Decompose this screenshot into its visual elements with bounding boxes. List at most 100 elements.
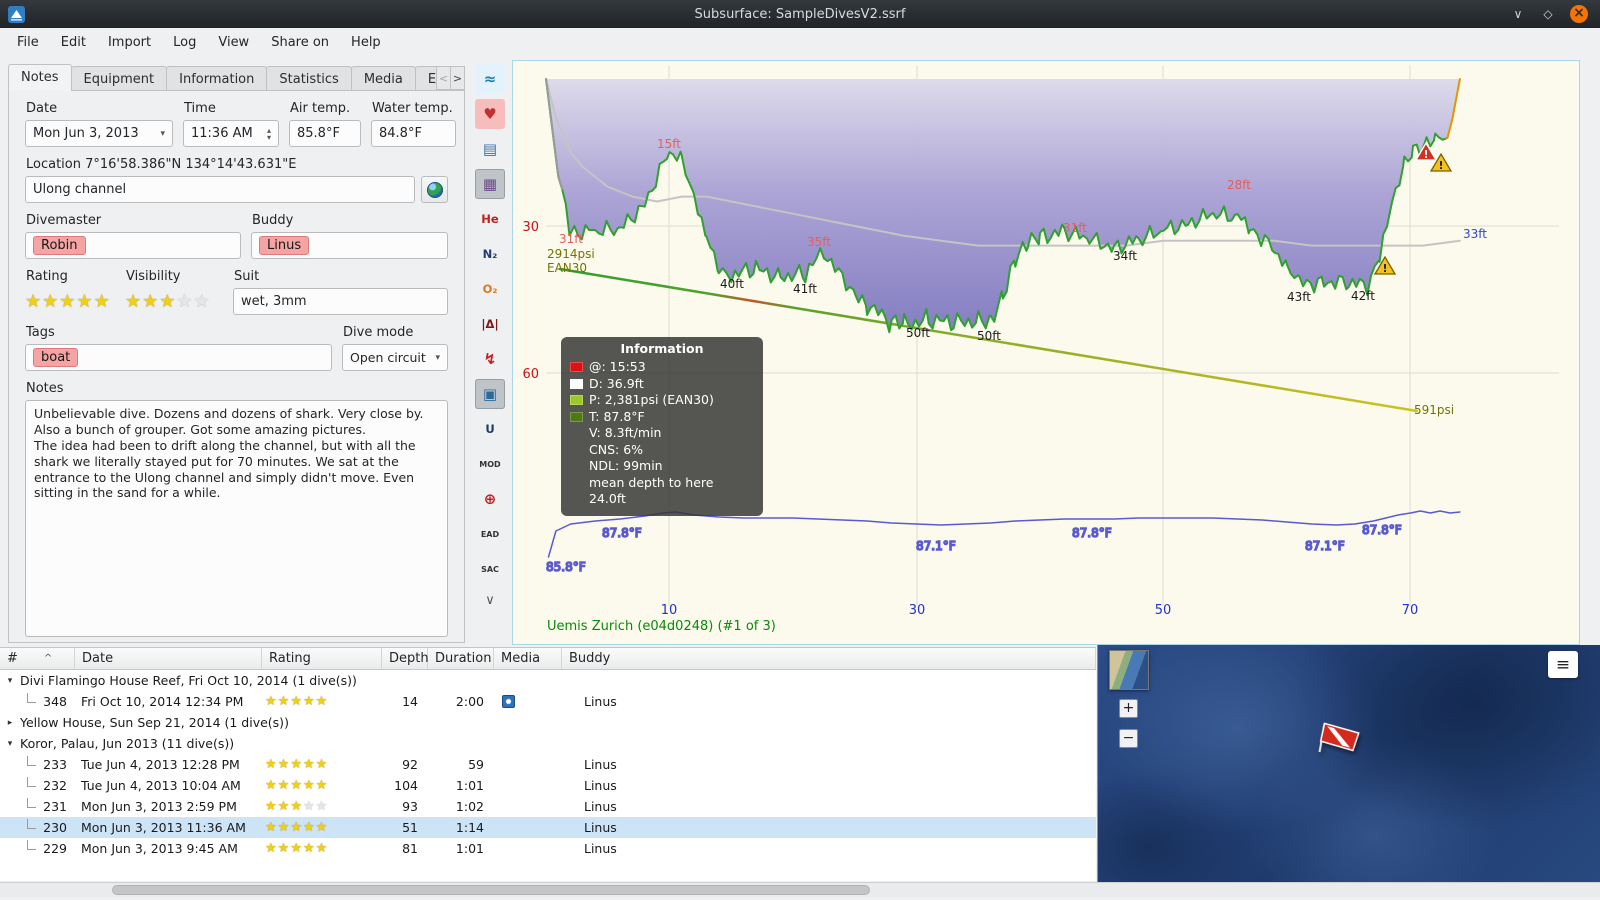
rating-stars[interactable]: ★ ★ ★ ★ ★ <box>25 288 117 315</box>
dive-row[interactable]: 230 Mon Jun 3, 2013 11:36 AM ★ ★ ★ ★ ★ 51 1:14 Li… <box>0 817 1096 838</box>
location-input[interactable]: Ulong channel <box>25 176 415 203</box>
column-header-rating[interactable]: Rating <box>262 648 382 669</box>
menu-item-edit[interactable]: Edit <box>50 31 97 54</box>
column-label: Media <box>501 651 541 666</box>
heart-rate-graph-icon[interactable]: ↯ <box>475 344 505 374</box>
dive-number-cell: 233 <box>0 754 75 775</box>
heart-icon[interactable]: ♥ <box>475 99 505 129</box>
deco-clock-icon[interactable]: ⊕ <box>475 484 505 514</box>
trip-label: Koror, Palau, Jun 2013 (11 dive(s)) <box>20 736 235 751</box>
minimize-button[interactable]: ∨ <box>1510 7 1526 21</box>
time-spinbox[interactable]: 11:36 AM ▴ ▾ <box>183 120 279 147</box>
notes-textarea[interactable]: Unbelievable dive. Dozens and dozens of … <box>25 400 448 637</box>
profile-settings-icon[interactable]: ▤ <box>475 134 505 164</box>
map-menu-button[interactable]: ≡ <box>1548 651 1578 678</box>
date-select[interactable]: Mon Jun 3, 2013 ▾ <box>25 120 173 147</box>
visibility-stars[interactable]: ★ ★ ★ ★ ★ <box>125 288 225 315</box>
menu-item-help[interactable]: Help <box>340 31 392 54</box>
dive-list: # ^ Date Rating Depth Duration Media Buddy ▾ Div… <box>0 647 1096 881</box>
tab-scroll-left-button[interactable]: < <box>436 66 451 90</box>
star-filled-icon: ★ <box>59 290 77 312</box>
menu-item-file[interactable]: File <box>6 31 50 54</box>
tab-equipment[interactable]: Equipment <box>70 66 168 91</box>
column-header-duration[interactable]: Duration <box>428 648 494 669</box>
dive-number: 233 <box>43 757 67 772</box>
dive-row[interactable]: 348 Fri Oct 10, 2014 12:34 PM ★ ★ ★ ★ ★ 14 2:00 L… <box>0 691 1096 712</box>
divemaster-tag[interactable]: Robin <box>33 236 86 255</box>
dive-row[interactable]: 229 Mon Jun 3, 2013 9:45 AM ★ ★ ★ ★ ★ 81 1:01 Lin… <box>0 838 1096 859</box>
tree-branch <box>27 798 36 808</box>
svg-text:87.8°F: 87.8°F <box>602 526 642 540</box>
svg-text:50: 50 <box>1155 603 1172 618</box>
trip-row[interactable]: ▾ Koror, Palau, Jun 2013 (11 dive(s)) <box>0 733 1096 754</box>
menu-item-view[interactable]: View <box>207 31 260 54</box>
zoom-in-button[interactable]: + <box>1119 699 1138 718</box>
chevron-down-icon[interactable]: ▾ <box>3 739 17 749</box>
profile-toolbar: ≈ ♥ ▤ ▦ He N₂ O₂ |Δ| ↯ ▣ U MOD ⊕ EAD SAC ∨ <box>469 64 511 608</box>
ead-icon[interactable]: EAD <box>475 519 505 549</box>
zoom-out-button[interactable]: − <box>1119 729 1138 748</box>
star-filled-icon: ★ <box>265 757 278 772</box>
dive-buddy: Linus <box>584 757 617 772</box>
star-filled-icon: ★ <box>315 820 329 835</box>
menu-item-log[interactable]: Log <box>162 31 207 54</box>
column-header-depth[interactable]: Depth <box>382 648 429 669</box>
tags-input[interactable]: boat <box>25 344 332 371</box>
photos-icon[interactable]: ▣ <box>475 379 505 409</box>
spin-down-icon[interactable]: ▾ <box>267 133 271 141</box>
maximize-button[interactable]: ◇ <box>1540 7 1556 21</box>
column-header-num[interactable]: # ^ <box>0 648 75 669</box>
ceiling-icon[interactable]: |Δ| <box>475 309 505 339</box>
trip-label: Yellow House, Sun Sep 21, 2014 (1 dive(s… <box>20 715 289 730</box>
tab-scroll-right-button[interactable]: > <box>450 66 465 90</box>
n2-graph-icon[interactable]: N₂ <box>475 239 505 269</box>
map-widget[interactable]: + − ≡ <box>1097 645 1600 882</box>
chevron-down-icon[interactable]: ▾ <box>3 676 17 686</box>
picture-profile-icon[interactable]: ▦ <box>475 169 505 199</box>
o2-graph-icon[interactable]: O₂ <box>475 274 505 304</box>
menu-item-share-on[interactable]: Share on <box>260 31 340 54</box>
tab-information[interactable]: Information <box>166 66 268 91</box>
tree-branch <box>27 819 36 829</box>
divemaster-input[interactable]: Robin <box>25 232 241 259</box>
dive-row[interactable]: 233 Tue Jun 4, 2013 12:28 PM ★ ★ ★ ★ ★ 92 59 Linu… <box>0 754 1096 775</box>
he-graph-icon[interactable]: He <box>475 204 505 234</box>
trip-row[interactable]: ▸ Yellow House, Sun Sep 21, 2014 (1 dive(… <box>0 712 1096 733</box>
column-header-media[interactable]: Media <box>494 648 562 669</box>
dive-row[interactable]: 232 Tue Jun 4, 2013 10:04 AM ★ ★ ★ ★ ★ 104 1:01 L… <box>0 775 1096 796</box>
date-label: Date <box>26 101 58 116</box>
tag-chip[interactable]: boat <box>33 348 79 367</box>
chevron-right-icon[interactable]: ▸ <box>3 718 17 728</box>
column-header-date[interactable]: Date <box>75 648 262 669</box>
column-header-buddy[interactable]: Buddy <box>562 648 1096 669</box>
rating-label: Rating <box>26 269 68 284</box>
dive-depth: 51 <box>402 820 418 835</box>
star-filled-icon: ★ <box>42 290 60 312</box>
horizontal-scrollbar[interactable] <box>0 882 1600 897</box>
dive-mode-select[interactable]: Open circuit ▾ <box>342 344 448 371</box>
scrollbar-handle[interactable] <box>112 885 870 895</box>
dive-row[interactable]: 231 Mon Jun 3, 2013 2:59 PM ★ ★ ★ ★ ★ 93 1:02 Lin… <box>0 796 1096 817</box>
mod-icon[interactable]: MOD <box>475 449 505 479</box>
toolbar-more-icon[interactable]: ∨ <box>485 593 495 608</box>
suit-input[interactable]: wet, 3mm <box>233 288 448 315</box>
menu-item-import[interactable]: Import <box>97 31 162 54</box>
close-button[interactable]: × <box>1570 5 1588 23</box>
water-temp-input[interactable]: 84.8°F <box>371 120 456 147</box>
buddy-input[interactable]: Linus <box>251 232 448 259</box>
trip-row[interactable]: ▾ Divi Flamingo House Reef, Fri Oct 10, 2… <box>0 670 1096 691</box>
globe-button[interactable] <box>421 176 448 203</box>
dive-mode-icon[interactable]: ≈ <box>475 64 505 94</box>
air-temp-input[interactable]: 85.8°F <box>289 120 361 147</box>
dive-rating: ★ ★ ★ ★ ★ <box>262 821 382 834</box>
tab-notes[interactable]: Notes <box>8 64 72 91</box>
buddy-tag[interactable]: Linus <box>259 236 310 255</box>
legend-chip <box>570 411 583 422</box>
sac-icon[interactable]: SAC <box>475 554 505 584</box>
dive-site-marker[interactable] <box>1314 715 1364 764</box>
tab-statistics[interactable]: Statistics <box>266 66 352 91</box>
star-filled-icon: ★ <box>290 778 303 793</box>
tank-bar-icon[interactable]: U <box>475 414 505 444</box>
map-overview-thumbnail[interactable] <box>1109 650 1149 690</box>
tab-media[interactable]: Media <box>350 66 416 91</box>
